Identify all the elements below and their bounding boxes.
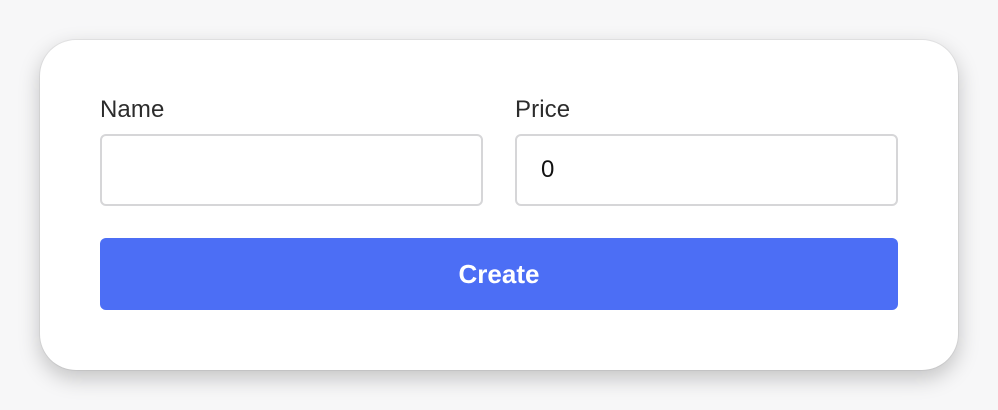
price-label: Price — [515, 96, 571, 123]
name-field-group: Name — [100, 96, 483, 206]
name-input[interactable] — [100, 134, 483, 206]
name-label: Name — [100, 96, 165, 123]
create-button[interactable]: Create — [100, 238, 898, 310]
create-form-card: Name Price Create — [40, 40, 958, 370]
price-field-group: Price — [515, 96, 898, 206]
price-input[interactable] — [515, 134, 898, 206]
fields-row: Name Price — [100, 96, 898, 206]
